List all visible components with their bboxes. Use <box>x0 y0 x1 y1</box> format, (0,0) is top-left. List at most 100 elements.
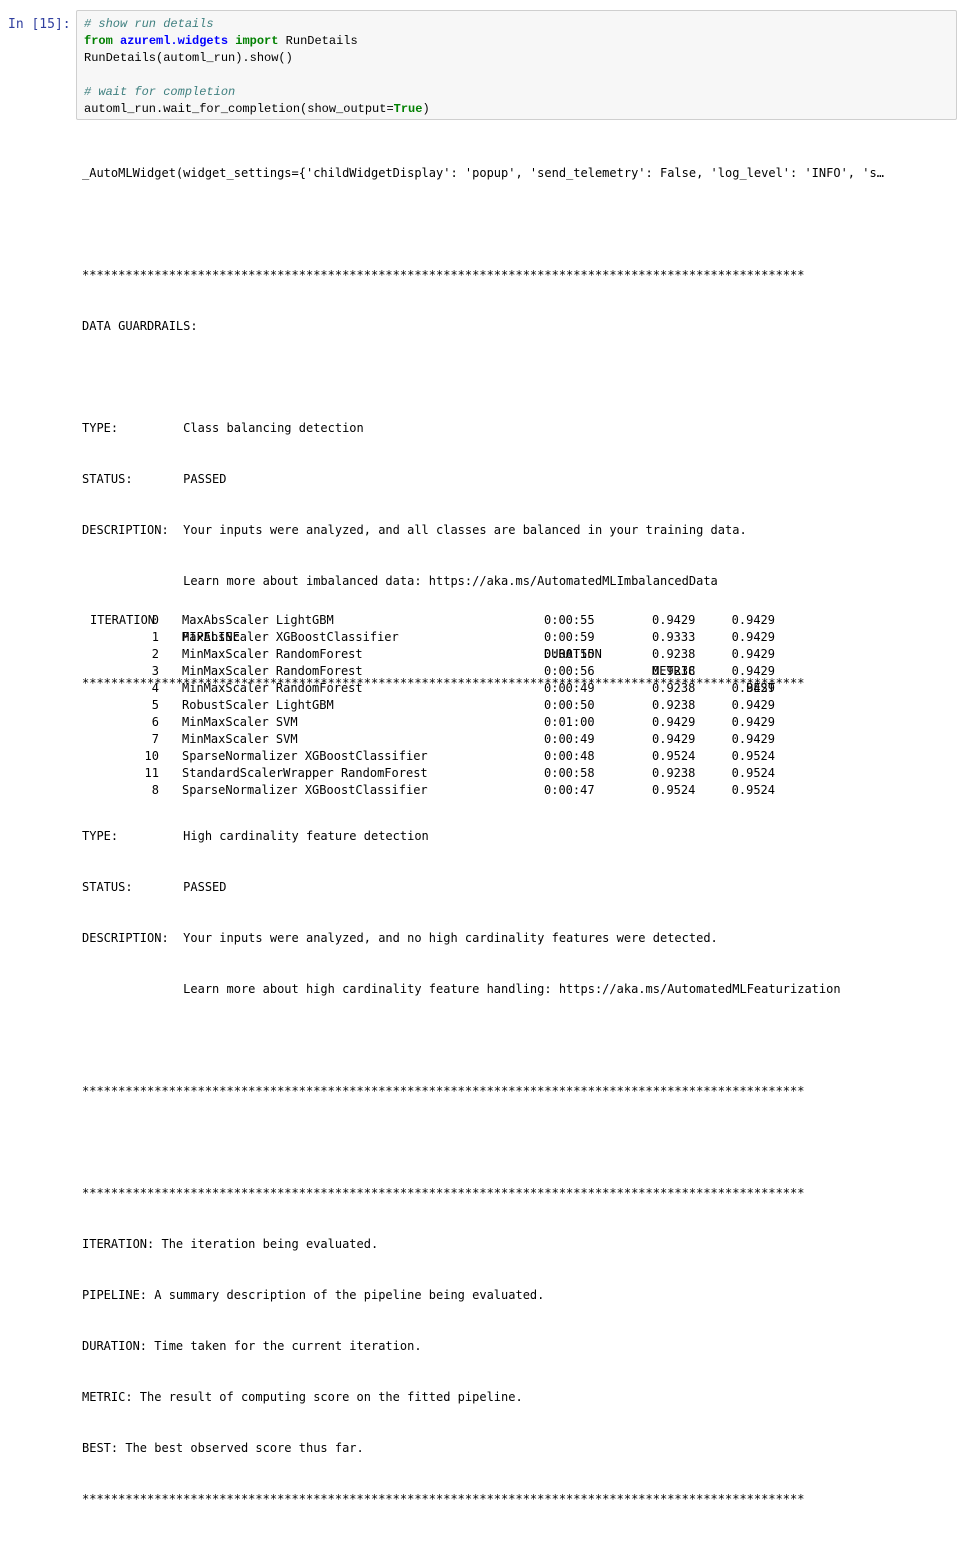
cell-iteration: 0 <box>151 613 159 627</box>
table-row: 3 MinMaxScaler RandomForest 0:00:56 0.9238 0… <box>82 663 775 680</box>
cell-metric: 0.9238 <box>652 698 696 712</box>
cell-pipeline: MinMaxScaler RandomForest <box>182 664 363 678</box>
table-row: 7 MinMaxScaler SVM 0:00:49 0.9429 0.9429 <box>82 731 775 748</box>
cell-iteration: 4 <box>151 681 159 695</box>
cell-best: 0.9429 <box>731 698 775 712</box>
cell-pipeline: SparseNormalizer XGBoostClassifier <box>182 749 428 763</box>
cell-duration: 0:00:56 <box>544 664 595 678</box>
legend-pipeline: PIPELINE: A summary description of the p… <box>82 1288 545 1302</box>
cell-iteration: 11 <box>144 766 159 780</box>
table-row: 6 MinMaxScaler SVM 0:01:00 0.9429 0.9429 <box>82 714 775 731</box>
cell-iteration: 5 <box>151 698 159 712</box>
code-comment: # show run details <box>84 17 214 31</box>
cell-best: 0.9524 <box>731 766 775 780</box>
iteration-table: ITERATION PIPELINE DURATION METRIC BEST … <box>82 595 775 799</box>
cell-metric: 0.9429 <box>652 613 696 627</box>
guardrail-type: TYPE: Class balancing detection <box>82 421 364 435</box>
table-row: 4 MinMaxScaler RandomForest 0:00:49 0.9238 0… <box>82 680 775 697</box>
table-body: 0 MaxAbsScaler LightGBM 0:00:55 0.9429 0.942… <box>82 612 775 799</box>
code-line: automl_run.wait_for_completion(show_outp… <box>84 102 394 116</box>
cell-pipeline: SparseNormalizer XGBoostClassifier <box>182 783 428 797</box>
cell-best: 0.9429 <box>731 681 775 695</box>
cell-metric: 0.9238 <box>652 766 696 780</box>
cell-metric: 0.9238 <box>652 681 696 695</box>
cell-iteration: 7 <box>151 732 159 746</box>
separator: ****************************************… <box>82 268 805 282</box>
cell-pipeline: MaxAbsScaler LightGBM <box>182 613 334 627</box>
input-prompt: In [15]: <box>8 17 71 32</box>
cell-best: 0.9429 <box>731 647 775 661</box>
cell-metric: 0.9333 <box>652 630 696 644</box>
code-input-area[interactable]: # show run details from azureml.widgets … <box>76 10 957 120</box>
cell-output: _AutoMLWidget(widget_settings={'childWid… <box>82 131 952 1542</box>
guardrails-title: DATA GUARDRAILS: <box>82 319 198 333</box>
table-row: 8 SparseNormalizer XGBoostClassifier 0:00:… <box>82 782 775 799</box>
legend-metric: METRIC: The result of computing score on… <box>82 1390 523 1404</box>
cell-pipeline: StandardScalerWrapper RandomForest <box>182 766 428 780</box>
cell-iteration: 1 <box>151 630 159 644</box>
cell-best: 0.9429 <box>731 715 775 729</box>
cell-duration: 0:00:59 <box>544 630 595 644</box>
table-row: 2 MinMaxScaler RandomForest 0:00:55 0.9238 0… <box>82 646 775 663</box>
cell-best: 0.9429 <box>731 732 775 746</box>
code-editor[interactable]: # show run details from azureml.widgets … <box>84 16 430 118</box>
cell-best: 0.9524 <box>731 783 775 797</box>
code-keyword: import <box>235 34 279 48</box>
cell-duration: 0:00:49 <box>544 681 595 695</box>
code-import-name: RunDetails <box>285 34 358 48</box>
cell-duration: 0:00:50 <box>544 698 595 712</box>
code-keyword: True <box>393 102 423 116</box>
separator: ****************************************… <box>82 1084 805 1098</box>
cell-iteration: 3 <box>151 664 159 678</box>
cell-metric: 0.9429 <box>652 732 696 746</box>
table-row: 10 SparseNormalizer XGBoostClassifier 0:00… <box>82 748 775 765</box>
notebook-cell: In [15]: # show run details from azureml… <box>0 0 958 1506</box>
guardrail-type: TYPE: High cardinality feature detection <box>82 829 429 843</box>
legend-iteration: ITERATION: The iteration being evaluated… <box>82 1237 379 1251</box>
code-keyword: from <box>84 34 113 48</box>
cell-duration: 0:00:48 <box>544 749 595 763</box>
guardrail-status: STATUS: PASSED <box>82 472 227 486</box>
cell-pipeline: MinMaxScaler SVM <box>182 732 298 746</box>
cell-pipeline: MinMaxScaler RandomForest <box>182 647 363 661</box>
cell-iteration: 6 <box>151 715 159 729</box>
cell-best: 0.9524 <box>731 749 775 763</box>
cell-iteration: 2 <box>151 647 159 661</box>
cell-best: 0.9429 <box>731 664 775 678</box>
cell-duration: 0:00:55 <box>544 613 595 627</box>
cell-duration: 0:00:58 <box>544 766 595 780</box>
widget-output[interactable]: _AutoMLWidget(widget_settings={'childWid… <box>82 165 944 182</box>
cell-duration: 0:00:55 <box>544 647 595 661</box>
code-line: ) <box>422 102 430 116</box>
cell-metric: 0.9429 <box>652 715 696 729</box>
guardrail-description: DESCRIPTION: Your inputs were analyzed, … <box>82 523 747 537</box>
table-row: 11 StandardScalerWrapper RandomForest 0:00… <box>82 765 775 782</box>
cell-pipeline: RobustScaler LightGBM <box>182 698 334 712</box>
cell-duration: 0:00:47 <box>544 783 595 797</box>
cell-best: 0.9429 <box>731 613 775 627</box>
cell-iteration: 10 <box>144 749 159 763</box>
table-row: 5 RobustScaler LightGBM 0:00:50 0.9238 0.942… <box>82 697 775 714</box>
cell-pipeline: MinMaxScaler SVM <box>182 715 298 729</box>
legend-duration: DURATION: Time taken for the current ite… <box>82 1339 422 1353</box>
table-header: ITERATION PIPELINE DURATION METRIC BEST <box>82 595 775 695</box>
cell-metric: 0.9524 <box>652 783 696 797</box>
cell-duration: 0:00:49 <box>544 732 595 746</box>
cell-metric: 0.9238 <box>652 664 696 678</box>
separator: ****************************************… <box>82 1492 805 1506</box>
table-row: 0 MaxAbsScaler LightGBM 0:00:55 0.9429 0.942… <box>82 612 775 629</box>
guardrail-description: DESCRIPTION: Your inputs were analyzed, … <box>82 931 718 945</box>
guardrail-status: STATUS: PASSED <box>82 880 227 894</box>
guardrail-learn-more: Learn more about imbalanced data: https:… <box>82 574 718 588</box>
code-comment: # wait for completion <box>84 85 236 99</box>
cell-pipeline: MinMaxScaler RandomForest <box>182 681 363 695</box>
cell-metric: 0.9238 <box>652 647 696 661</box>
table-row: 1 MaxAbsScaler XGBoostClassifier 0:00:59 0.… <box>82 629 775 646</box>
cell-iteration: 8 <box>151 783 159 797</box>
separator: ****************************************… <box>82 1186 805 1200</box>
code-line: RunDetails(automl_run).show() <box>84 51 293 65</box>
